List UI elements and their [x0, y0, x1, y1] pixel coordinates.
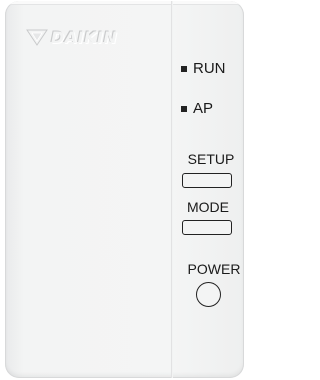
brand-logo-text: DAIKIN — [51, 27, 118, 47]
daikin-triangle-icon — [26, 29, 48, 46]
run-led-icon — [181, 66, 187, 72]
ap-indicator-label: AP — [193, 100, 214, 117]
device-top-edge — [5, 1, 244, 5]
run-indicator-label: RUN — [193, 60, 226, 77]
panel-seam — [171, 1, 173, 378]
ap-indicator: AP — [181, 100, 213, 118]
product-photo: DAIKIN RUN AP SETUP MODE POWER — [0, 0, 250, 380]
run-indicator: RUN — [181, 60, 226, 78]
setup-button[interactable] — [182, 173, 232, 188]
wifi-adapter-device: DAIKIN RUN AP SETUP MODE POWER — [5, 1, 244, 378]
setup-button-label: SETUP — [187, 151, 235, 167]
power-button-label: POWER — [187, 261, 241, 277]
mode-button[interactable] — [182, 220, 232, 235]
ap-led-icon — [181, 106, 187, 112]
mode-button-label: MODE — [187, 199, 229, 215]
power-button[interactable] — [196, 282, 221, 307]
brand-logo: DAIKIN — [26, 26, 117, 48]
